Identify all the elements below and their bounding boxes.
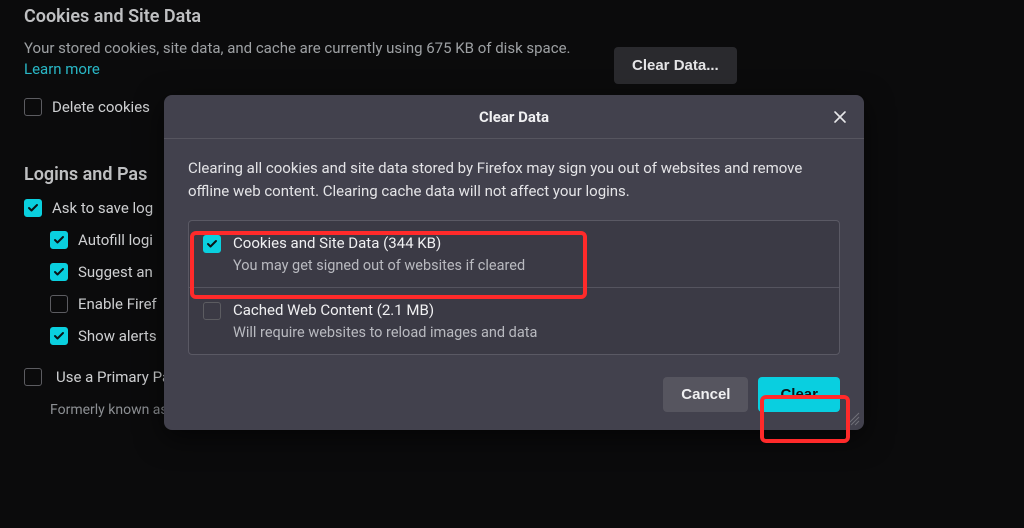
option-cookies[interactable]: Cookies and Site Data (344 KB) You may g… bbox=[189, 221, 839, 287]
show-alerts-checkbox[interactable] bbox=[50, 327, 68, 345]
cookies-desc: Your stored cookies, site data, and cach… bbox=[24, 39, 570, 57]
option-cache-label: Cached Web Content (2.1 MB) bbox=[233, 301, 434, 319]
ask-save-label: Ask to save log bbox=[52, 199, 153, 217]
dialog-title: Clear Data bbox=[479, 108, 549, 126]
cancel-button[interactable]: Cancel bbox=[663, 377, 748, 412]
resize-grip-icon[interactable] bbox=[846, 412, 860, 426]
option-cache[interactable]: Cached Web Content (2.1 MB) Will require… bbox=[189, 287, 839, 354]
suggest-label: Suggest an bbox=[78, 263, 153, 281]
suggest-checkbox[interactable] bbox=[50, 263, 68, 281]
close-icon bbox=[833, 110, 847, 124]
option-cookies-checkbox[interactable] bbox=[203, 235, 221, 253]
option-cache-checkbox[interactable] bbox=[203, 302, 221, 320]
cookies-learn-more-link[interactable]: Learn more bbox=[24, 60, 100, 78]
autofill-checkbox[interactable] bbox=[50, 231, 68, 249]
show-alerts-label: Show alerts bbox=[78, 327, 157, 345]
option-cache-sub: Will require websites to reload images a… bbox=[233, 324, 825, 341]
primary-password-checkbox[interactable] bbox=[24, 368, 42, 386]
autofill-label: Autofill logi bbox=[78, 231, 153, 249]
clear-data-dialog: Clear Data Clearing all cookies and site… bbox=[164, 95, 864, 430]
option-cookies-sub: You may get signed out of websites if cl… bbox=[233, 257, 825, 274]
delete-cookies-checkbox[interactable] bbox=[24, 98, 42, 116]
cookies-section-title: Cookies and Site Data bbox=[24, 6, 1000, 27]
close-button[interactable] bbox=[826, 103, 854, 131]
clear-button[interactable]: Clear bbox=[758, 377, 840, 412]
enable-alerts-checkbox[interactable] bbox=[50, 295, 68, 313]
enable-alerts-label: Enable Firef bbox=[78, 295, 157, 313]
delete-cookies-label: Delete cookies bbox=[52, 98, 150, 116]
ask-save-checkbox[interactable] bbox=[24, 199, 42, 217]
clear-data-button[interactable]: Clear Data... bbox=[614, 47, 737, 84]
dialog-description: Clearing all cookies and site data store… bbox=[188, 157, 840, 204]
option-cookies-label: Cookies and Site Data (344 KB) bbox=[233, 234, 441, 252]
options-list: Cookies and Site Data (344 KB) You may g… bbox=[188, 220, 840, 355]
